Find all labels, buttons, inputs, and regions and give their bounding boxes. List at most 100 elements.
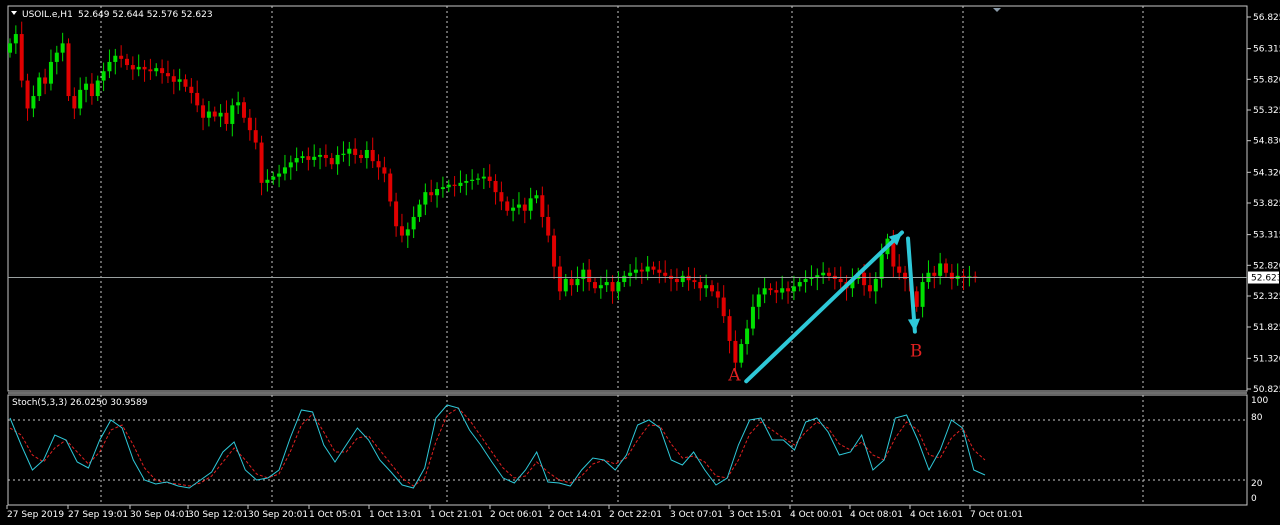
- candle-body: [353, 148, 358, 155]
- candle-body: [710, 285, 714, 292]
- candle-body: [499, 192, 504, 202]
- candle-body: [593, 282, 597, 289]
- candle-body: [750, 306, 755, 329]
- price-tick-label: 55.820: [1253, 75, 1280, 85]
- candle-body: [663, 272, 668, 276]
- candle-body: [493, 180, 498, 193]
- candle: [66, 38, 71, 102]
- candle-body: [505, 201, 510, 211]
- annotation-b: B: [910, 342, 923, 362]
- candle-body: [862, 272, 867, 286]
- candle-body: [271, 176, 276, 180]
- candle-body: [944, 263, 948, 273]
- candle-body: [107, 61, 112, 72]
- candle-body: [897, 266, 902, 273]
- candle-body: [920, 282, 925, 307]
- candle-body: [476, 178, 480, 180]
- candle-body: [236, 102, 241, 106]
- candle-body: [48, 61, 53, 84]
- candle-body: [323, 154, 328, 159]
- candle-body: [101, 71, 106, 81]
- candle-body: [417, 204, 422, 217]
- candle-body: [335, 154, 340, 165]
- price-tick-label: 52.820: [1253, 261, 1280, 271]
- candle-body: [136, 66, 141, 70]
- current-price-tag: 52.623: [1251, 274, 1280, 284]
- candle-body: [399, 226, 404, 236]
- candle-body: [84, 83, 89, 90]
- candle-body: [914, 291, 919, 307]
- candle-body: [318, 154, 323, 157]
- candle-body: [435, 189, 440, 196]
- candle-body: [440, 187, 445, 190]
- candle-body: [873, 278, 878, 292]
- candle-body: [411, 216, 416, 230]
- candle-body: [201, 105, 206, 118]
- candle-body: [148, 69, 153, 72]
- candle-body: [171, 76, 176, 82]
- candle-body: [938, 263, 943, 276]
- candle-body: [797, 282, 802, 287]
- price-tick-label: 53.315: [1253, 231, 1280, 241]
- candle-body: [247, 117, 252, 131]
- candle-body: [552, 235, 557, 267]
- candle-body: [329, 158, 334, 165]
- candle-body: [546, 216, 551, 236]
- candle-body: [306, 156, 311, 160]
- candle-body: [382, 167, 387, 174]
- trading-chart[interactable]: 52.623 56.825 56.315 55.820 55.325 54.830 54.…: [0, 0, 1280, 525]
- candle-body: [294, 158, 299, 163]
- candle-body: [534, 195, 539, 199]
- candle-body: [487, 176, 492, 181]
- candle-body: [160, 68, 165, 74]
- candle-body: [31, 96, 36, 109]
- candle-body: [224, 112, 229, 124]
- candle-body: [429, 192, 434, 196]
- price-tick-label: 54.830: [1253, 137, 1280, 147]
- time-label: 4 Oct 08:01: [850, 510, 903, 520]
- time-label: 2 Oct 06:01: [490, 510, 543, 520]
- candle-body: [838, 278, 843, 283]
- candle-body: [786, 288, 791, 292]
- stoch-level-label: 100: [1251, 396, 1268, 406]
- candle-body: [66, 43, 71, 97]
- stoch-level-label: 20: [1251, 479, 1263, 489]
- stoch-level-label: 0: [1251, 494, 1257, 504]
- time-label: 30 Sep 04:01: [130, 510, 190, 520]
- candle-body: [206, 111, 211, 118]
- candle-body: [288, 162, 293, 168]
- price-tick-label: 55.325: [1253, 106, 1280, 116]
- candle-body: [745, 328, 750, 345]
- candle-body: [37, 77, 42, 97]
- panel-separator[interactable]: [8, 392, 1247, 394]
- chart-header[interactable]: USOIL.e,H1 52.649 52.644 52.576 52.623: [11, 10, 213, 20]
- price-tick-label: 51.825: [1253, 323, 1280, 333]
- time-label: 4 Oct 00:01: [790, 510, 843, 520]
- candle-body: [113, 55, 118, 62]
- candle-body: [125, 58, 129, 66]
- symbol-label: USOIL.e,H1: [22, 10, 73, 20]
- stoch-level-label: 80: [1251, 413, 1263, 423]
- candle-body: [130, 65, 135, 70]
- candle-body: [364, 149, 369, 159]
- time-label: 7 Oct 01:01: [970, 510, 1023, 520]
- candle-body: [704, 285, 709, 289]
- candle-body: [698, 282, 703, 289]
- time-label: 1 Oct 13:01: [369, 510, 422, 520]
- candle-body: [645, 266, 650, 272]
- candle-body: [212, 111, 217, 117]
- candle-body: [464, 180, 469, 183]
- candle-body: [540, 195, 545, 217]
- candle-body: [528, 198, 533, 211]
- time-label: 3 Oct 07:01: [670, 510, 723, 520]
- stochastic-label: Stoch(5,3,3) 26.0250 30.9589: [12, 398, 148, 408]
- candle-body: [610, 282, 615, 292]
- candle-body: [405, 229, 410, 236]
- candle-body: [867, 285, 872, 292]
- candle-body: [557, 266, 562, 292]
- candle-body: [569, 278, 574, 286]
- candle-body: [376, 161, 381, 168]
- candle-body: [628, 272, 633, 276]
- price-tick-label: 52.325: [1253, 292, 1280, 302]
- price-tick-label: 56.825: [1253, 13, 1280, 23]
